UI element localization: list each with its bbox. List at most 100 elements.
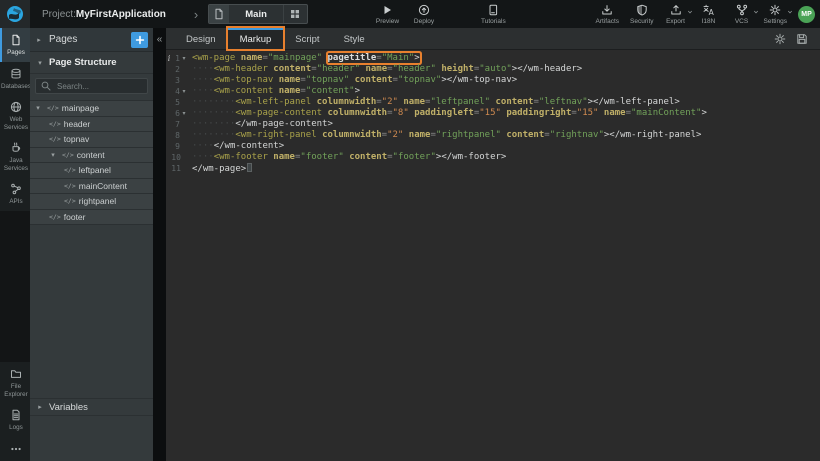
project-title: Project:MyFirstApplication: [42, 9, 166, 20]
sidebar-item-java-services[interactable]: Java Services: [0, 136, 30, 177]
sidebar-item-logs[interactable]: Logs: [0, 403, 30, 437]
tree-item-mainpage[interactable]: ▾</>mainpage: [30, 101, 153, 117]
vcs-icon: [736, 3, 748, 16]
widget-code-icon: </>: [49, 213, 61, 221]
code-line-8[interactable]: 8········<wm-right-panel columnwidth="2"…: [166, 130, 820, 141]
variables-section-header[interactable]: ▸ Variables: [30, 398, 153, 416]
rail-bottom-group: File Explorer Logs: [0, 362, 30, 461]
fold-arrow-icon[interactable]: ▾: [180, 108, 188, 119]
tree-item-leftpanel[interactable]: </>leftpanel: [30, 163, 153, 179]
code-text: <wm-page name="mainpage" pagetitle="Main…: [188, 53, 420, 64]
tab-style[interactable]: Style: [332, 28, 377, 49]
page-file-icon: [209, 5, 229, 23]
gutter: 7: [166, 119, 188, 130]
search-wrap: [30, 74, 153, 99]
search-box[interactable]: [35, 78, 148, 94]
tab-design[interactable]: Design: [174, 28, 228, 49]
gutter: 2: [166, 64, 188, 75]
database-icon: [10, 68, 22, 81]
app-logo[interactable]: [0, 0, 30, 28]
topbar-action-i18n[interactable]: AI18N: [696, 3, 722, 25]
sidebar-item-label: Databases: [1, 83, 31, 91]
export-icon: [670, 3, 682, 16]
editor-settings-gear-icon[interactable]: [774, 33, 786, 45]
play-icon: [381, 3, 393, 16]
chevron-down-icon: [687, 9, 693, 17]
code-line-7[interactable]: 7········</wm-page-content>: [166, 119, 820, 130]
pages-icon: [10, 34, 22, 47]
line-number: 8: [172, 130, 180, 141]
page-structure-label: Page Structure: [49, 57, 117, 68]
gutter: 8: [166, 130, 188, 141]
code-text: ····</wm-content>: [188, 141, 284, 152]
line-number: 2: [172, 64, 180, 75]
topbar-action-deploy[interactable]: Deploy: [411, 3, 437, 25]
annotation-highlight-box: pagetitle="Main">: [328, 53, 420, 63]
code-line-3[interactable]: 3····<wm-top-nav name="topnav" content="…: [166, 75, 820, 86]
project-name: MyFirstApplication: [76, 9, 166, 20]
shield-icon: [636, 3, 648, 16]
wavemaker-logo-icon: [6, 5, 24, 23]
tree-item-content[interactable]: ▾</>content: [30, 148, 153, 164]
markup-code-editor[interactable]: i1▾<wm-page name="mainpage" pagetitle="M…: [166, 50, 820, 461]
pages-grid-icon[interactable]: [283, 5, 307, 23]
sidebar-item-web-services[interactable]: Web Services: [0, 95, 30, 136]
tree-item-label: leftpanel: [79, 165, 111, 175]
topbar-action-label: Security: [630, 18, 653, 25]
code-line-6[interactable]: 6▾········<wm-page-content columnwidth="…: [166, 108, 820, 119]
sidebar-item-databases[interactable]: Databases: [0, 62, 30, 96]
tree-item-footer[interactable]: </>footer: [30, 210, 153, 226]
add-page-button[interactable]: [131, 32, 148, 48]
code-line-9[interactable]: 9····</wm-content>: [166, 141, 820, 152]
topbar-action-tutorials[interactable]: Tutorials: [479, 3, 508, 25]
user-avatar[interactable]: MP: [798, 6, 815, 23]
topbar-action-label: Preview: [376, 18, 399, 25]
tree-expanded-arrow-icon[interactable]: ▾: [49, 151, 57, 159]
widget-code-icon: </>: [49, 120, 61, 128]
topbar-action-security[interactable]: Security: [628, 3, 655, 25]
tree-item-header[interactable]: </>header: [30, 117, 153, 133]
topbar-action-preview[interactable]: Preview: [374, 3, 401, 25]
code-line-5[interactable]: 5········<wm-left-panel columnwidth="2" …: [166, 97, 820, 108]
tab-markup[interactable]: Markup: [228, 28, 284, 49]
sidebar-item-label: File Explorer: [3, 383, 29, 398]
tab-script[interactable]: Script: [283, 28, 331, 49]
save-button-floppy-icon[interactable]: [796, 33, 808, 45]
tree-item-label: topnav: [64, 134, 90, 144]
tree-item-topnav[interactable]: </>topnav: [30, 132, 153, 148]
plus-icon: [134, 34, 146, 46]
tree-item-maincontent[interactable]: </>mainContent: [30, 179, 153, 195]
java-icon: [10, 142, 22, 155]
search-input[interactable]: [55, 81, 143, 92]
topbar-action-vcs[interactable]: VCS: [729, 3, 755, 25]
code-line-1[interactable]: i1▾<wm-page name="mainpage" pagetitle="M…: [166, 53, 820, 64]
pages-section-header[interactable]: ▸ Pages: [30, 28, 153, 52]
code-line-11[interactable]: 11</wm-page>: [166, 163, 820, 174]
document-tab-main[interactable]: Main: [208, 4, 308, 24]
code-line-2[interactable]: 2····<wm-header content="header" name="h…: [166, 64, 820, 75]
collapse-panel-button[interactable]: «: [157, 35, 163, 45]
sidebar-item-more[interactable]: [0, 437, 30, 461]
sidebar-item-pages[interactable]: Pages: [0, 28, 30, 62]
code-text: </wm-page>: [188, 163, 252, 174]
line-number: 5: [172, 97, 180, 108]
sidebar-item-file-explorer[interactable]: File Explorer: [0, 362, 30, 403]
page-structure-header[interactable]: ▾ Page Structure: [30, 52, 153, 74]
sidebar-item-apis[interactable]: APIs: [0, 177, 30, 211]
tree-item-label: footer: [64, 212, 86, 222]
fold-arrow-icon[interactable]: ▾: [180, 86, 188, 97]
tree-expanded-arrow-icon[interactable]: ▾: [34, 104, 42, 112]
topbar-action-label: Artifacts: [596, 18, 619, 25]
left-icon-rail: Pages Databases Web Services Java ServicesA…: [0, 28, 30, 461]
tree-item-rightpanel[interactable]: </>rightpanel: [30, 194, 153, 210]
topbar-action-export[interactable]: Export: [663, 3, 689, 25]
fold-arrow-icon[interactable]: ▾: [180, 53, 188, 64]
code-text: ········<wm-page-content columnwidth="8"…: [188, 108, 707, 119]
code-line-10[interactable]: 10····<wm-footer name="footer" content="…: [166, 152, 820, 163]
sidebar-item-label: Web Services: [3, 116, 29, 131]
editor-toolbar-icons: [774, 28, 808, 49]
code-line-4[interactable]: 4▾····<wm-content name="content">: [166, 86, 820, 97]
chevron-down-icon: [787, 9, 793, 17]
topbar-action-artifacts[interactable]: Artifacts: [594, 3, 621, 25]
topbar-action-settings[interactable]: Settings: [762, 3, 790, 25]
